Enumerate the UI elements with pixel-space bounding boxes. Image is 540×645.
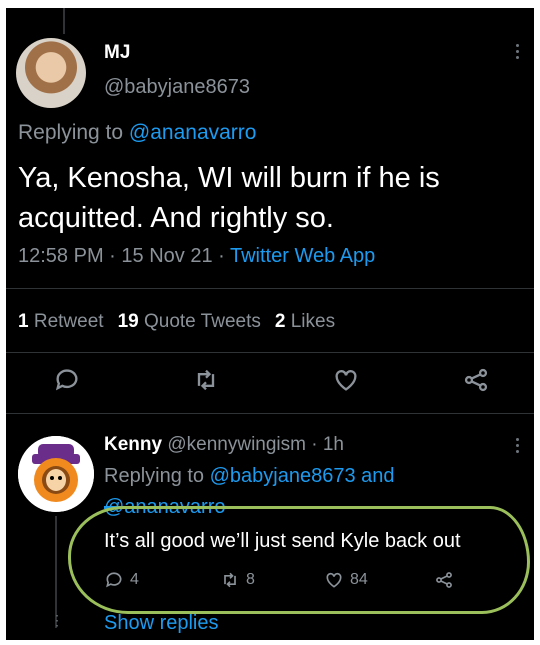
separator-dot: · bbox=[103, 245, 122, 267]
replying-to-prefix: Replying to bbox=[104, 465, 210, 487]
reply-age[interactable]: · 1h bbox=[306, 434, 344, 455]
tweet-time[interactable]: 12:58 PM bbox=[18, 245, 104, 267]
retweets-stat[interactable]: 1 Retweet bbox=[18, 311, 104, 332]
show-replies-link[interactable]: Show replies bbox=[104, 612, 219, 635]
user-handle[interactable]: @babyjane8673 bbox=[104, 76, 250, 99]
replying-to-mention[interactable]: @ananavarro bbox=[129, 121, 257, 144]
tweet-text: Ya, Kenosha, WI will burn if he is acqui… bbox=[18, 162, 440, 234]
replying-to-and: and bbox=[355, 465, 395, 487]
tweet-metadata: 12:58 PM · 15 Nov 21 · Twitter Web App bbox=[18, 245, 375, 268]
display-name[interactable]: MJ bbox=[104, 42, 130, 64]
thread-ellipsis-icon: ⋮ bbox=[50, 612, 64, 628]
like-icon[interactable] bbox=[332, 366, 368, 402]
reply-header: Kenny @kennywingism · 1h bbox=[104, 434, 344, 456]
replying-to-prefix: Replying to bbox=[18, 121, 129, 144]
tweet-thread: MJ @babyjane8673 Replying to @ananavarro… bbox=[6, 8, 534, 640]
tweet-source[interactable]: Twitter Web App bbox=[230, 245, 375, 267]
retweet-icon[interactable] bbox=[192, 366, 228, 402]
display-name[interactable]: Kenny bbox=[104, 434, 162, 455]
quote-tweets-stat[interactable]: 19 Quote Tweets bbox=[118, 311, 261, 332]
likes-stat[interactable]: 2 Likes bbox=[275, 311, 335, 332]
replying-to: Replying to @ananavarro bbox=[18, 121, 256, 145]
more-options-icon[interactable] bbox=[516, 44, 520, 62]
reply-icon[interactable] bbox=[53, 366, 89, 402]
share-icon[interactable] bbox=[462, 366, 498, 402]
kenny-avatar-icon bbox=[18, 436, 94, 512]
avatar[interactable] bbox=[18, 436, 94, 512]
tweet-actions bbox=[6, 366, 534, 406]
divider bbox=[6, 413, 534, 414]
engagement-stats: 1 Retweet 19 Quote Tweets 2 Likes bbox=[18, 311, 335, 333]
replying-to: Replying to @babyjane8673 and bbox=[104, 465, 395, 488]
tweet-date[interactable]: 15 Nov 21 bbox=[121, 245, 212, 267]
replying-to-mention[interactable]: @babyjane8673 bbox=[210, 465, 356, 487]
avatar[interactable] bbox=[16, 38, 86, 108]
divider bbox=[6, 352, 534, 353]
highlight-circle bbox=[68, 506, 530, 614]
more-options-icon[interactable] bbox=[516, 438, 520, 456]
divider bbox=[6, 288, 534, 289]
user-handle[interactable]: @kennywingism bbox=[167, 434, 306, 455]
thread-connector-line bbox=[63, 8, 65, 34]
separator-dot: · bbox=[212, 245, 230, 267]
